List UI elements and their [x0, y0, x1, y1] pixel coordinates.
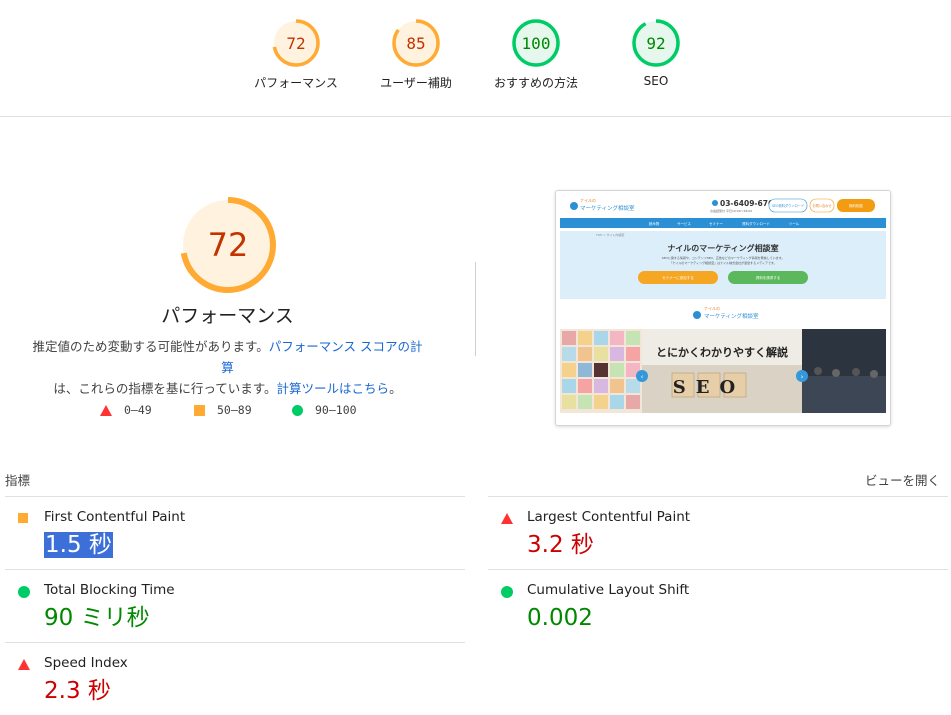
svg-text:72: 72 — [286, 34, 305, 53]
metric-title: First Contentful Paint — [44, 509, 186, 525]
triangle-icon — [100, 404, 112, 416]
metric-title: Speed Index — [44, 655, 128, 671]
svg-text:‹: ‹ — [641, 373, 644, 381]
svg-text:100: 100 — [522, 34, 551, 53]
legend-pass: 90–100 — [292, 403, 357, 417]
svg-text:セミナー: セミナー — [709, 221, 723, 226]
gauge-ring: 85 — [392, 19, 440, 67]
gauge-accessibility[interactable]: 85 ユーザー補助 — [361, 18, 471, 91]
performance-gauge: 72 — [179, 197, 276, 293]
svg-text:ナイルの: ナイルの — [580, 197, 596, 203]
svg-text:マーケティング相談室: マーケティング相談室 — [580, 204, 635, 212]
triangle-icon — [18, 659, 30, 670]
gauge-seo[interactable]: 92 SEO — [601, 18, 711, 88]
svg-text:ナイルのマーケティング相談室: ナイルのマーケティング相談室 — [667, 243, 778, 253]
performance-score: 72 — [207, 226, 248, 264]
svg-text:お問い合わせ: お問い合わせ — [812, 203, 831, 208]
svg-text:無料相談: 無料相談 — [849, 203, 863, 208]
svg-text:ツール: ツール — [789, 222, 800, 226]
performance-summary: 72 パフォーマンス 推定値のため変動する可能性があります。パフォーマンス スコ… — [30, 195, 425, 399]
expand-view-button[interactable]: ビューを開く — [865, 470, 940, 489]
gauge-ring: 100 — [512, 19, 560, 67]
svg-text:SEO: SEO — [673, 377, 745, 398]
metric-value: 3.2 秒 — [527, 532, 594, 558]
svg-text:とにかくわかりやすく解説: とにかくわかりやすく解説 — [656, 345, 788, 359]
score-legend: 0–49 50–89 90–100 — [100, 403, 400, 419]
svg-text:92: 92 — [646, 34, 665, 53]
gauge-label: パフォーマンス — [254, 76, 338, 90]
square-icon — [18, 513, 28, 523]
circle-icon — [501, 586, 513, 598]
metric-value: 1.5 秒 — [44, 532, 113, 558]
svg-text:SEOに関する情報や、コンテンツSEO、広告などのマーケティ: SEOに関する情報や、コンテンツSEO、広告などのマーケティング情報を発信してい… — [662, 255, 785, 260]
calculator-link[interactable]: 計算ツールはこちら — [277, 381, 390, 396]
svg-text:お電話受付 平日10:00〜18:00: お電話受付 平日10:00〜18:00 — [710, 208, 752, 213]
square-icon — [194, 404, 205, 416]
metric-lcp: Largest Contentful Paint 3.2 秒 — [488, 496, 948, 569]
metric-title: Cumulative Layout Shift — [527, 582, 690, 598]
category-gauges: 72 パフォーマンス 85 ユーザー補助 100 おすすめの方法 92 SEO — [0, 0, 951, 117]
svg-text:セミナーに参加する: セミナーに参加する — [662, 275, 694, 280]
gauge-ring: 92 — [632, 19, 680, 67]
metric-fcp: First Contentful Paint 1.5 秒 — [5, 496, 465, 569]
site-banner: とにかくわかりやすく解説 SEO ‹ › — [560, 329, 886, 413]
svg-text:85: 85 — [406, 34, 425, 53]
svg-text:›: › — [801, 373, 804, 381]
legend-average: 50–89 — [194, 403, 252, 417]
gauge-label: SEO — [643, 74, 669, 88]
metric-value: 0.002 — [527, 605, 593, 631]
svg-text:資料ダウンロード: 資料ダウンロード — [742, 221, 770, 226]
metric-title: Largest Contentful Paint — [527, 509, 691, 525]
metric-tbt: Total Blocking Time 90 ミリ秒 — [5, 569, 465, 642]
triangle-icon — [501, 513, 513, 524]
performance-title: パフォーマンス — [161, 305, 294, 327]
screenshot-image: ナイルの マーケティング相談室 03-6409-6766 お電話受付 平日10:… — [556, 191, 890, 425]
gauge-label: ユーザー補助 — [380, 76, 452, 90]
metric-cls: Cumulative Layout Shift 0.002 — [488, 569, 948, 642]
svg-text:SEO資料ダウンロード: SEO資料ダウンロード — [772, 203, 804, 208]
svg-text:マーケティング相談室: マーケティング相談室 — [704, 312, 759, 320]
svg-text:読み物: 読み物 — [649, 221, 660, 226]
metric-value: 90 ミリ秒 — [44, 605, 150, 631]
site-nav — [560, 218, 886, 228]
gauge-ring: 72 — [272, 19, 320, 67]
svg-text:ナイルの: ナイルの — [704, 305, 720, 311]
circle-icon — [292, 404, 303, 416]
site-hero — [560, 231, 886, 299]
metric-value: 2.3 秒 — [44, 678, 111, 704]
divider — [475, 262, 476, 356]
svg-text:TOP > サイト内検索: TOP > サイト内検索 — [595, 232, 624, 237]
svg-text:「ナイルのマーケティング相談室」はナイル株式会社が運営するメ: 「ナイルのマーケティング相談室」はナイル株式会社が運営するメディアです。 — [669, 260, 776, 265]
metric-speed-index: Speed Index 2.3 秒 — [5, 642, 465, 715]
performance-description: 推定値のため変動する可能性があります。パフォーマンス スコアの計算 は、これらの… — [32, 339, 423, 396]
metric-title: Total Blocking Time — [44, 582, 175, 598]
circle-icon — [18, 586, 30, 598]
svg-text:サービス: サービス — [677, 221, 691, 226]
gauge-label: おすすめの方法 — [493, 76, 578, 90]
gauge-best-practices[interactable]: 100 おすすめの方法 — [481, 18, 591, 91]
final-screenshot[interactable]: ナイルの マーケティング相談室 03-6409-6766 お電話受付 平日10:… — [555, 190, 891, 426]
gauge-performance[interactable]: 72 パフォーマンス — [241, 18, 351, 91]
metrics-title: 指標 — [5, 473, 31, 488]
metrics-header: 指標 ビューを開く — [5, 470, 940, 490]
legend-fail: 0–49 — [100, 403, 152, 417]
svg-text:資料を請求する: 資料を請求する — [756, 275, 781, 280]
